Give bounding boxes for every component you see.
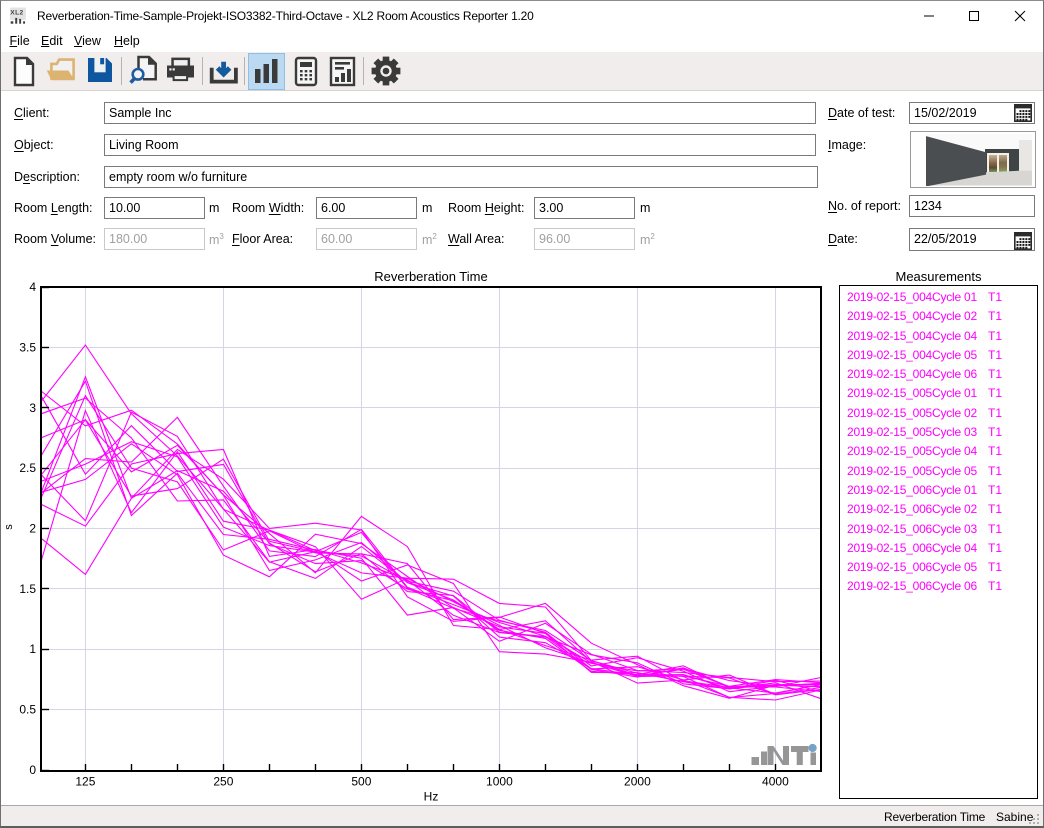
- svg-text:1.5: 1.5: [19, 582, 36, 596]
- svg-text:3: 3: [29, 401, 36, 415]
- svg-text:2.5: 2.5: [19, 461, 36, 475]
- svg-text:2000: 2000: [624, 775, 651, 789]
- svg-text:0: 0: [29, 763, 36, 777]
- svg-text:0.5: 0.5: [19, 703, 36, 717]
- svg-text:4: 4: [29, 280, 36, 294]
- svg-text:XL2: XL2: [10, 10, 23, 17]
- svg-text:125: 125: [75, 775, 95, 789]
- svg-text:s: s: [3, 524, 15, 530]
- svg-text:4000: 4000: [762, 775, 789, 789]
- svg-text:1000: 1000: [486, 775, 513, 789]
- svg-text:3.5: 3.5: [19, 340, 36, 354]
- svg-text:Hz: Hz: [424, 790, 439, 804]
- svg-text:2: 2: [29, 522, 36, 536]
- svg-text:1: 1: [29, 642, 36, 656]
- svg-text:500: 500: [351, 775, 371, 789]
- svg-text:250: 250: [213, 775, 233, 789]
